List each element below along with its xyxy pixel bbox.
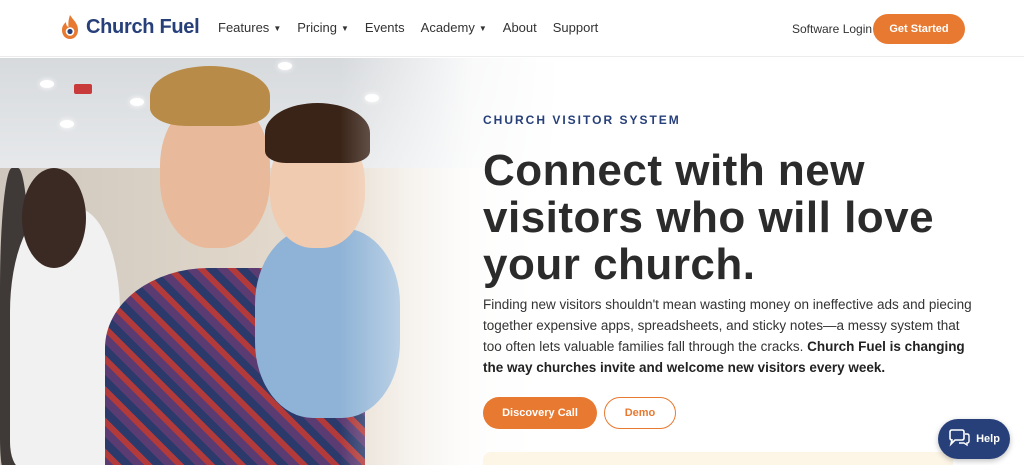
top-navigation: Church Fuel Features ▼ Pricing ▼ Events …	[0, 0, 1024, 57]
nav-item-label: Events	[364, 20, 405, 35]
background-person-hair	[22, 168, 86, 268]
man-hair	[150, 66, 270, 126]
demo-button[interactable]: Demo	[604, 397, 676, 429]
nav-item-label: Pricing	[297, 20, 337, 35]
hero-headline: Connect with new visitors who will love …	[483, 146, 935, 289]
brand-name: Church Fuel	[86, 15, 200, 38]
exit-sign	[74, 84, 92, 94]
hero-eyebrow: CHURCH VISITOR SYSTEM	[483, 113, 681, 127]
help-label: Help	[976, 433, 1000, 445]
nav-item-events[interactable]: Events	[365, 20, 405, 35]
hero-image	[0, 58, 560, 465]
nav-item-label: About	[502, 20, 537, 35]
hero-description: Finding new visitors shouldn't mean wast…	[483, 294, 973, 378]
nav-item-pricing[interactable]: Pricing ▼	[297, 20, 349, 35]
church-fuel-logo[interactable]: Church Fuel	[60, 14, 200, 40]
ceiling-light	[40, 80, 54, 88]
nav-item-features[interactable]: Features ▼	[218, 20, 281, 35]
nav-item-about[interactable]: About	[503, 20, 537, 35]
main-menu: Features ▼ Pricing ▼ Events Academy ▼ Ab…	[218, 20, 598, 35]
help-widget-button[interactable]: Help	[938, 419, 1010, 459]
software-login-link[interactable]: Software Login	[792, 22, 872, 36]
caret-down-icon: ▼	[478, 24, 487, 33]
caret-down-icon: ▼	[340, 24, 349, 33]
nav-item-label: Support	[552, 20, 599, 35]
get-started-button[interactable]: Get Started	[873, 14, 965, 44]
ceiling-light	[60, 120, 74, 128]
nav-item-academy[interactable]: Academy ▼	[421, 20, 487, 35]
ceiling-light	[130, 98, 144, 106]
nav-item-label: Academy	[420, 20, 475, 35]
next-section-card	[483, 452, 953, 465]
nav-item-label: Features	[218, 20, 270, 35]
nav-item-support[interactable]: Support	[553, 20, 599, 35]
discovery-call-button[interactable]: Discovery Call	[483, 397, 597, 429]
caret-down-icon: ▼	[273, 24, 282, 33]
flame-icon	[60, 14, 80, 40]
ceiling-light	[278, 62, 292, 70]
chat-bubbles-icon	[948, 428, 970, 450]
